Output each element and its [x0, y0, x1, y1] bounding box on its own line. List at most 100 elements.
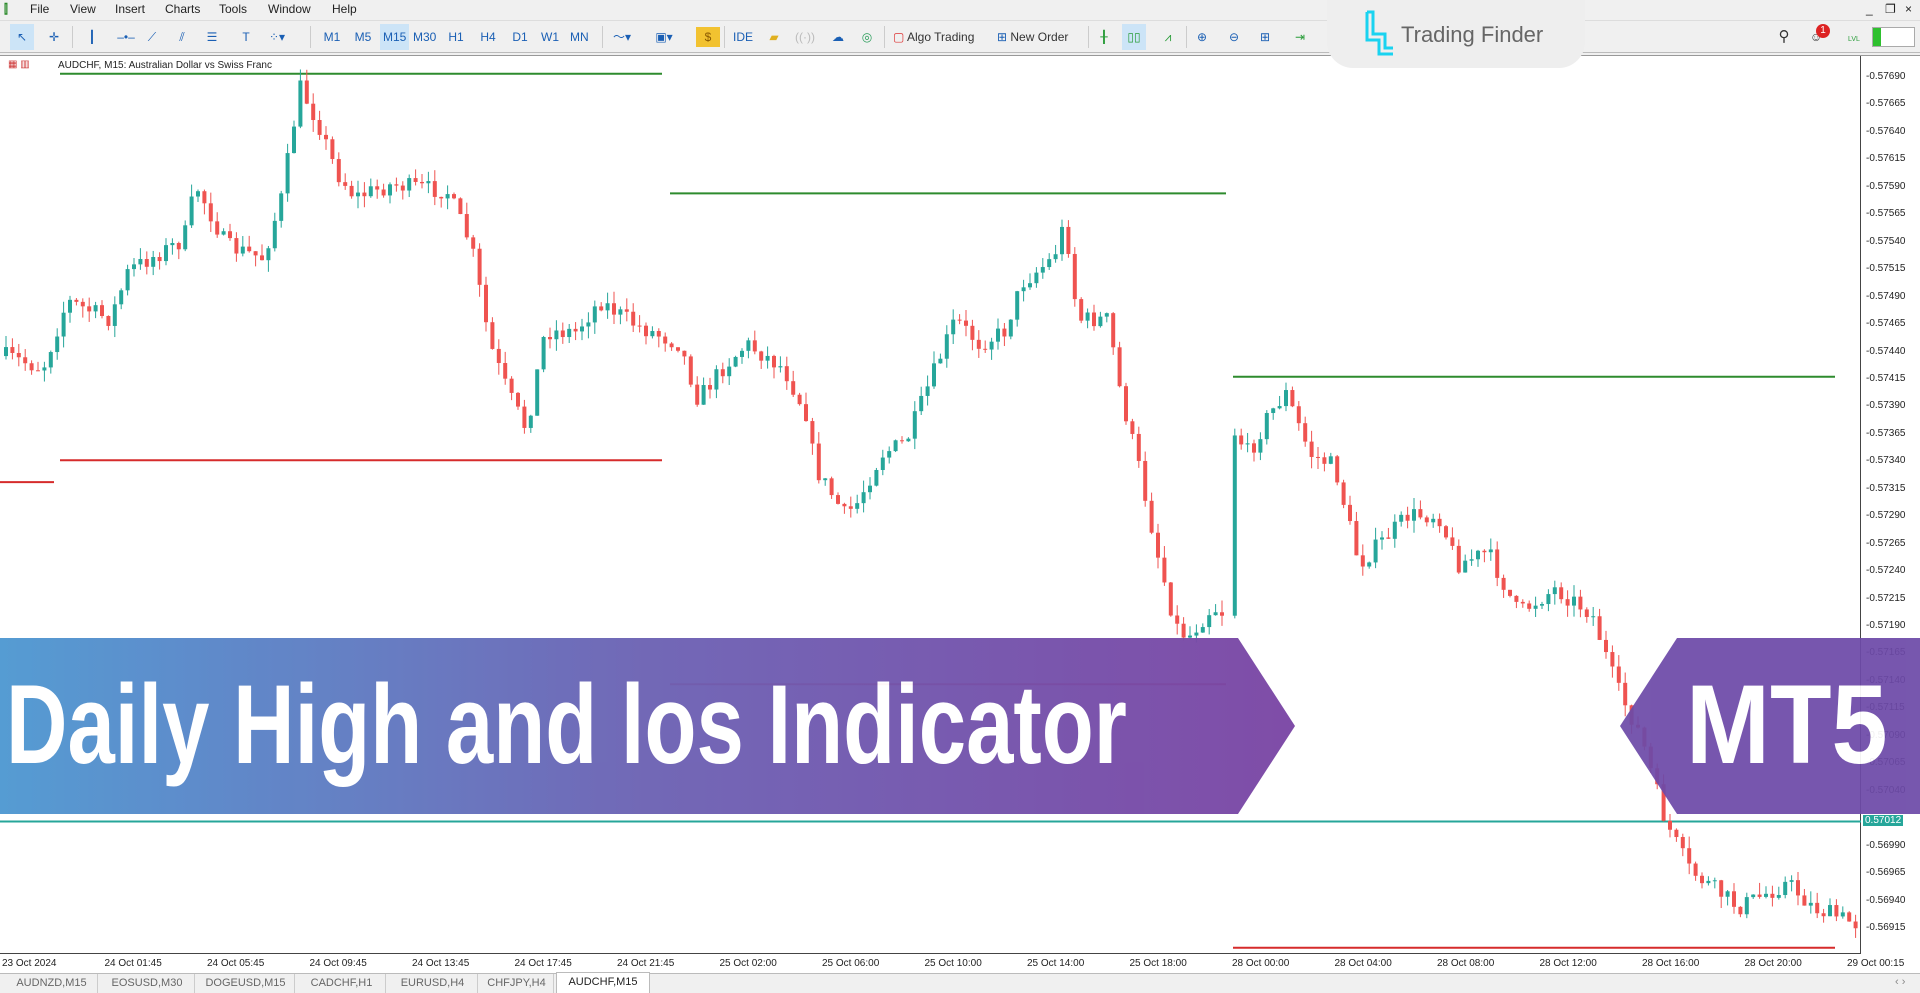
- autoscroll-icon[interactable]: ⇥: [1288, 24, 1312, 50]
- time-tick-label: 28 Oct 04:00: [1334, 958, 1392, 969]
- line-chart-icon[interactable]: ⩘: [1156, 24, 1180, 50]
- tab-cadchf-h1[interactable]: CADCHF,H1: [298, 974, 386, 993]
- bar-chart-icon[interactable]: ╂: [1092, 24, 1116, 50]
- timeframe-mn[interactable]: MN: [567, 24, 592, 50]
- timeframe-w1[interactable]: W1: [538, 24, 562, 50]
- plot-area[interactable]: [0, 56, 1861, 954]
- tab-eosusd-m30[interactable]: EOSUSD,M30: [100, 974, 195, 993]
- time-tick-label: 28 Oct 12:00: [1539, 958, 1597, 969]
- cursor-icon[interactable]: ↖: [10, 24, 34, 50]
- menu-tools[interactable]: Tools: [219, 2, 247, 16]
- logo-text: Trading Finder: [1401, 22, 1544, 47]
- bearish-candle: [695, 384, 700, 405]
- price-tick-label: -0.57390: [1866, 400, 1906, 412]
- zoom-out-icon[interactable]: ⊖: [1222, 24, 1246, 50]
- time-tick-label: 24 Oct 17:45: [514, 958, 572, 969]
- timeframe-m1[interactable]: M1: [320, 24, 344, 50]
- timeframe-h4[interactable]: H4: [476, 24, 500, 50]
- bearish-candle: [1597, 616, 1602, 640]
- close-button[interactable]: ×: [1905, 2, 1912, 16]
- tab-audnzd-m15[interactable]: AUDNZD,M15: [6, 974, 98, 993]
- bearish-candle: [970, 325, 975, 340]
- fibonacci-icon[interactable]: ☰: [200, 24, 224, 50]
- vps-cloud-icon[interactable]: ☁: [826, 24, 850, 50]
- bearish-candle: [1520, 601, 1525, 604]
- indicators-icon[interactable]: 〜▾: [610, 24, 634, 50]
- restore-button[interactable]: ❐: [1885, 2, 1896, 16]
- menu-file[interactable]: File: [30, 2, 49, 16]
- bearish-candle: [1092, 312, 1096, 327]
- bearish-candle: [1130, 421, 1135, 434]
- search-icon[interactable]: ⚲: [1772, 24, 1796, 50]
- bullish-candle: [1284, 390, 1288, 407]
- timeframe-h1[interactable]: H1: [444, 24, 468, 50]
- candlestick-chart-icon[interactable]: ▯▯: [1122, 24, 1146, 50]
- grid-icon[interactable]: ⊞: [1253, 24, 1277, 50]
- fingerprint-icon[interactable]: ◎: [855, 24, 879, 50]
- bullish-candle: [1764, 893, 1768, 897]
- timeframe-m30[interactable]: M30: [410, 24, 439, 50]
- menu-charts[interactable]: Charts: [165, 2, 200, 16]
- bearish-candle: [663, 336, 668, 344]
- bullish-candle: [874, 469, 879, 486]
- bullish-candle: [132, 264, 136, 270]
- tab-audchf-m15[interactable]: AUDCHF,M15: [556, 972, 650, 993]
- bullish-candle: [1533, 605, 1538, 609]
- shop-bag-icon[interactable]: ▰: [762, 24, 786, 50]
- bullish-candle: [1380, 537, 1384, 540]
- crosshair-icon[interactable]: ✛: [42, 24, 66, 50]
- tab-scroll-arrows[interactable]: ‹ ›: [1895, 976, 1905, 988]
- price-tick-label: -0.57690: [1866, 71, 1906, 82]
- bearish-candle: [304, 80, 309, 104]
- shapes-icon[interactable]: ⁘▾: [265, 24, 289, 50]
- bullish-candle: [1751, 894, 1756, 898]
- chart-window[interactable]: ▦ ▥ AUDCHF, M15: Australian Dollar vs Sw…: [0, 55, 1920, 973]
- bearish-candle: [1239, 435, 1244, 445]
- bearish-candle: [1578, 596, 1583, 610]
- zoom-in-icon[interactable]: ⊕: [1190, 24, 1214, 50]
- bearish-candle: [759, 351, 764, 361]
- minimize-button[interactable]: _: [1866, 2, 1873, 16]
- bearish-candle: [900, 440, 904, 442]
- menu-view[interactable]: View: [70, 2, 96, 16]
- bullish-candle: [445, 194, 450, 199]
- bearish-candle: [1456, 545, 1461, 573]
- menu-insert[interactable]: Insert: [115, 2, 145, 16]
- bearish-candle: [708, 385, 712, 390]
- bullish-candle: [1828, 905, 1832, 917]
- new-order-button[interactable]: ⊞ New Order: [994, 24, 1071, 50]
- menu-window[interactable]: Window: [268, 2, 311, 16]
- market-icon[interactable]: $: [696, 27, 720, 47]
- ide-button[interactable]: IDE: [730, 24, 756, 50]
- text-icon[interactable]: T: [234, 24, 258, 50]
- chart-template-icon[interactable]: ▣▾: [652, 24, 676, 50]
- bullish-candle: [151, 257, 156, 267]
- bearish-candle: [10, 347, 15, 353]
- timeframe-d1[interactable]: D1: [508, 24, 532, 50]
- algo-trading-button[interactable]: ▢ Algo Trading: [890, 24, 977, 50]
- channel-icon[interactable]: ⫽: [170, 24, 194, 50]
- bearish-candle: [1668, 820, 1672, 830]
- bullish-candle: [4, 347, 8, 357]
- bullish-candle: [426, 181, 431, 184]
- tab-chfjpy-h4[interactable]: CHFJPY,H4: [480, 974, 554, 993]
- bullish-candle: [1264, 413, 1269, 440]
- tab-dogeusd-m15[interactable]: DOGEUSD,M15: [197, 974, 295, 993]
- bullish-candle: [93, 305, 98, 312]
- tab-eurusd-h4[interactable]: EURUSD,H4: [388, 974, 478, 993]
- bullish-candle: [1706, 880, 1711, 884]
- bearish-candle: [522, 406, 527, 428]
- signal-icon[interactable]: ((·)): [792, 24, 818, 50]
- horizontal-line-icon[interactable]: –•–: [114, 24, 138, 50]
- vertical-line-icon[interactable]: ┃: [80, 24, 104, 50]
- price-tick-label: -0.57415: [1866, 372, 1906, 384]
- bullish-candle: [1392, 521, 1397, 539]
- menu-help[interactable]: Help: [332, 2, 357, 16]
- bullish-candle: [944, 334, 949, 359]
- timeframe-m15[interactable]: M15: [380, 24, 410, 50]
- bearish-candle: [1802, 895, 1807, 906]
- trendline-icon[interactable]: ⟋: [140, 24, 164, 50]
- bearish-candle: [1181, 623, 1186, 638]
- bullish-candle: [1098, 316, 1103, 327]
- timeframe-m5[interactable]: M5: [351, 24, 375, 50]
